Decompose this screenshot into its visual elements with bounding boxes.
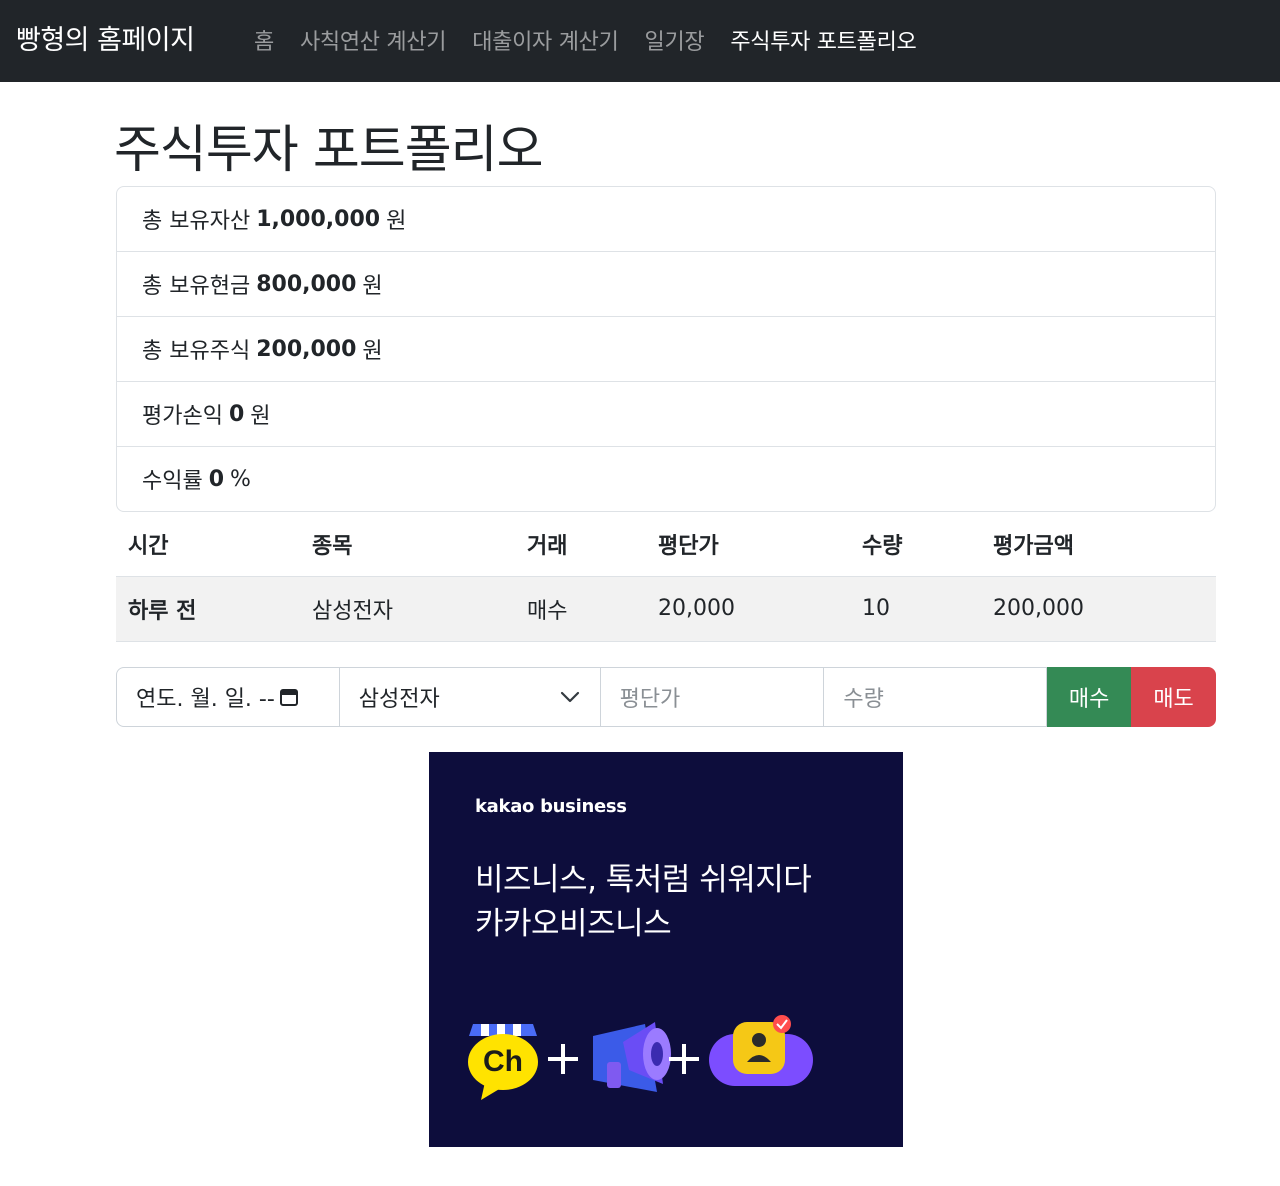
summary-label: 총 보유자산	[142, 209, 251, 234]
quantity-placeholder: 수량	[843, 687, 884, 712]
summary-value: 0	[208, 466, 225, 492]
summary-return-rate: 수익률 0 %	[117, 447, 1215, 511]
stock-select-value: 삼성전자	[358, 687, 440, 712]
header-valuation: 평가금액	[981, 512, 1216, 577]
nav-links: 홈 사칙연산 계산기 대출이자 계산기 일기장 주식투자 포트폴리오	[254, 24, 917, 56]
summary-unit: 원	[362, 339, 383, 364]
kakao-channel-icon: Ch	[468, 1024, 538, 1100]
megaphone-icon	[593, 1022, 671, 1092]
avg-price-placeholder: 평단가	[619, 687, 681, 712]
ad-headline: 비즈니스, 톡처럼 쉬워지다	[475, 862, 812, 898]
table-header-row: 시간 종목 거래 평단가 수량 평가금액	[116, 512, 1216, 577]
plus-icon	[548, 1044, 578, 1074]
buy-button[interactable]: 매수	[1047, 667, 1132, 727]
profile-badge-icon	[709, 1015, 813, 1086]
nav-link-home[interactable]: 홈	[254, 24, 274, 56]
header-quantity: 수량	[850, 512, 981, 577]
summary-value: 0	[228, 401, 245, 427]
sell-button[interactable]: 매도	[1131, 667, 1217, 727]
navbar: 빵형의 홈페이지 홈 사칙연산 계산기 대출이자 계산기 일기장 주식투자 포트…	[0, 0, 1280, 82]
kakao-business-ad[interactable]: kakao business 비즈니스, 톡처럼 쉬워지다 카카오비즈니스 Ch	[429, 752, 903, 1147]
nav-link-arithmetic-calculator[interactable]: 사칙연산 계산기	[300, 24, 447, 56]
header-stock: 종목	[300, 512, 515, 577]
plus-icon	[669, 1044, 699, 1074]
date-input[interactable]: 연도. 월. 일. --	[116, 667, 340, 727]
nav-link-loan-calculator[interactable]: 대출이자 계산기	[472, 24, 619, 56]
avg-price-input[interactable]: 평단가	[600, 667, 825, 727]
portfolio-summary: 총 보유자산 1,000,000 원 총 보유현금 800,000 원 총 보유…	[116, 186, 1216, 512]
summary-value: 200,000	[256, 336, 357, 362]
summary-profit-loss: 평가손익 0 원	[117, 382, 1215, 447]
cell-avg-price: 20,000	[646, 576, 850, 642]
nav-link-stock-portfolio[interactable]: 주식투자 포트폴리오	[730, 24, 916, 56]
summary-label: 수익률	[142, 469, 203, 494]
ad-brand: kakao business	[475, 796, 627, 817]
ad-icons: Ch	[468, 1015, 813, 1100]
summary-label: 총 보유현금	[142, 274, 251, 299]
cell-quantity: 10	[850, 576, 981, 642]
summary-label: 평가손익	[142, 404, 223, 429]
cell-trade: 매수	[515, 576, 646, 642]
summary-unit: 원	[250, 404, 271, 429]
cell-stock: 삼성전자	[300, 576, 515, 642]
summary-unit: %	[230, 466, 251, 492]
summary-total-assets: 총 보유자산 1,000,000 원	[117, 187, 1215, 252]
summary-unit: 원	[386, 209, 407, 234]
cell-valuation: 200,000	[981, 576, 1216, 642]
calendar-icon[interactable]	[279, 687, 299, 707]
date-placeholder: 연도. 월. 일. --	[136, 687, 275, 712]
svg-text:Ch: Ch	[483, 1045, 523, 1078]
cell-time: 하루 전	[116, 576, 300, 642]
header-trade: 거래	[515, 512, 646, 577]
summary-unit: 원	[362, 274, 383, 299]
quantity-input[interactable]: 수량	[824, 667, 1048, 727]
stock-select[interactable]: 삼성전자	[339, 667, 601, 727]
page-title: 주식투자 포트폴리오	[114, 121, 543, 180]
header-avg-price: 평단가	[646, 512, 850, 577]
brand-link[interactable]: 빵형의 홈페이지	[16, 18, 195, 57]
summary-total-cash: 총 보유현금 800,000 원	[117, 252, 1215, 317]
ad-subheadline: 카카오비즈니스	[475, 906, 672, 942]
trade-table: 시간 종목 거래 평단가 수량 평가금액 하루 전 삼성전자 매수 20,000…	[116, 512, 1216, 642]
table-row: 하루 전 삼성전자 매수 20,000 10 200,000	[116, 576, 1216, 642]
header-time: 시간	[116, 512, 300, 577]
trade-form: 연도. 월. 일. -- 삼성전자 평단가 수량 매수 매도	[116, 667, 1217, 727]
summary-value: 800,000	[256, 271, 357, 297]
summary-label: 총 보유주식	[142, 339, 251, 364]
summary-value: 1,000,000	[256, 206, 381, 232]
chevron-down-icon	[560, 691, 579, 703]
summary-total-stocks: 총 보유주식 200,000 원	[117, 317, 1215, 382]
nav-link-diary[interactable]: 일기장	[645, 24, 705, 56]
